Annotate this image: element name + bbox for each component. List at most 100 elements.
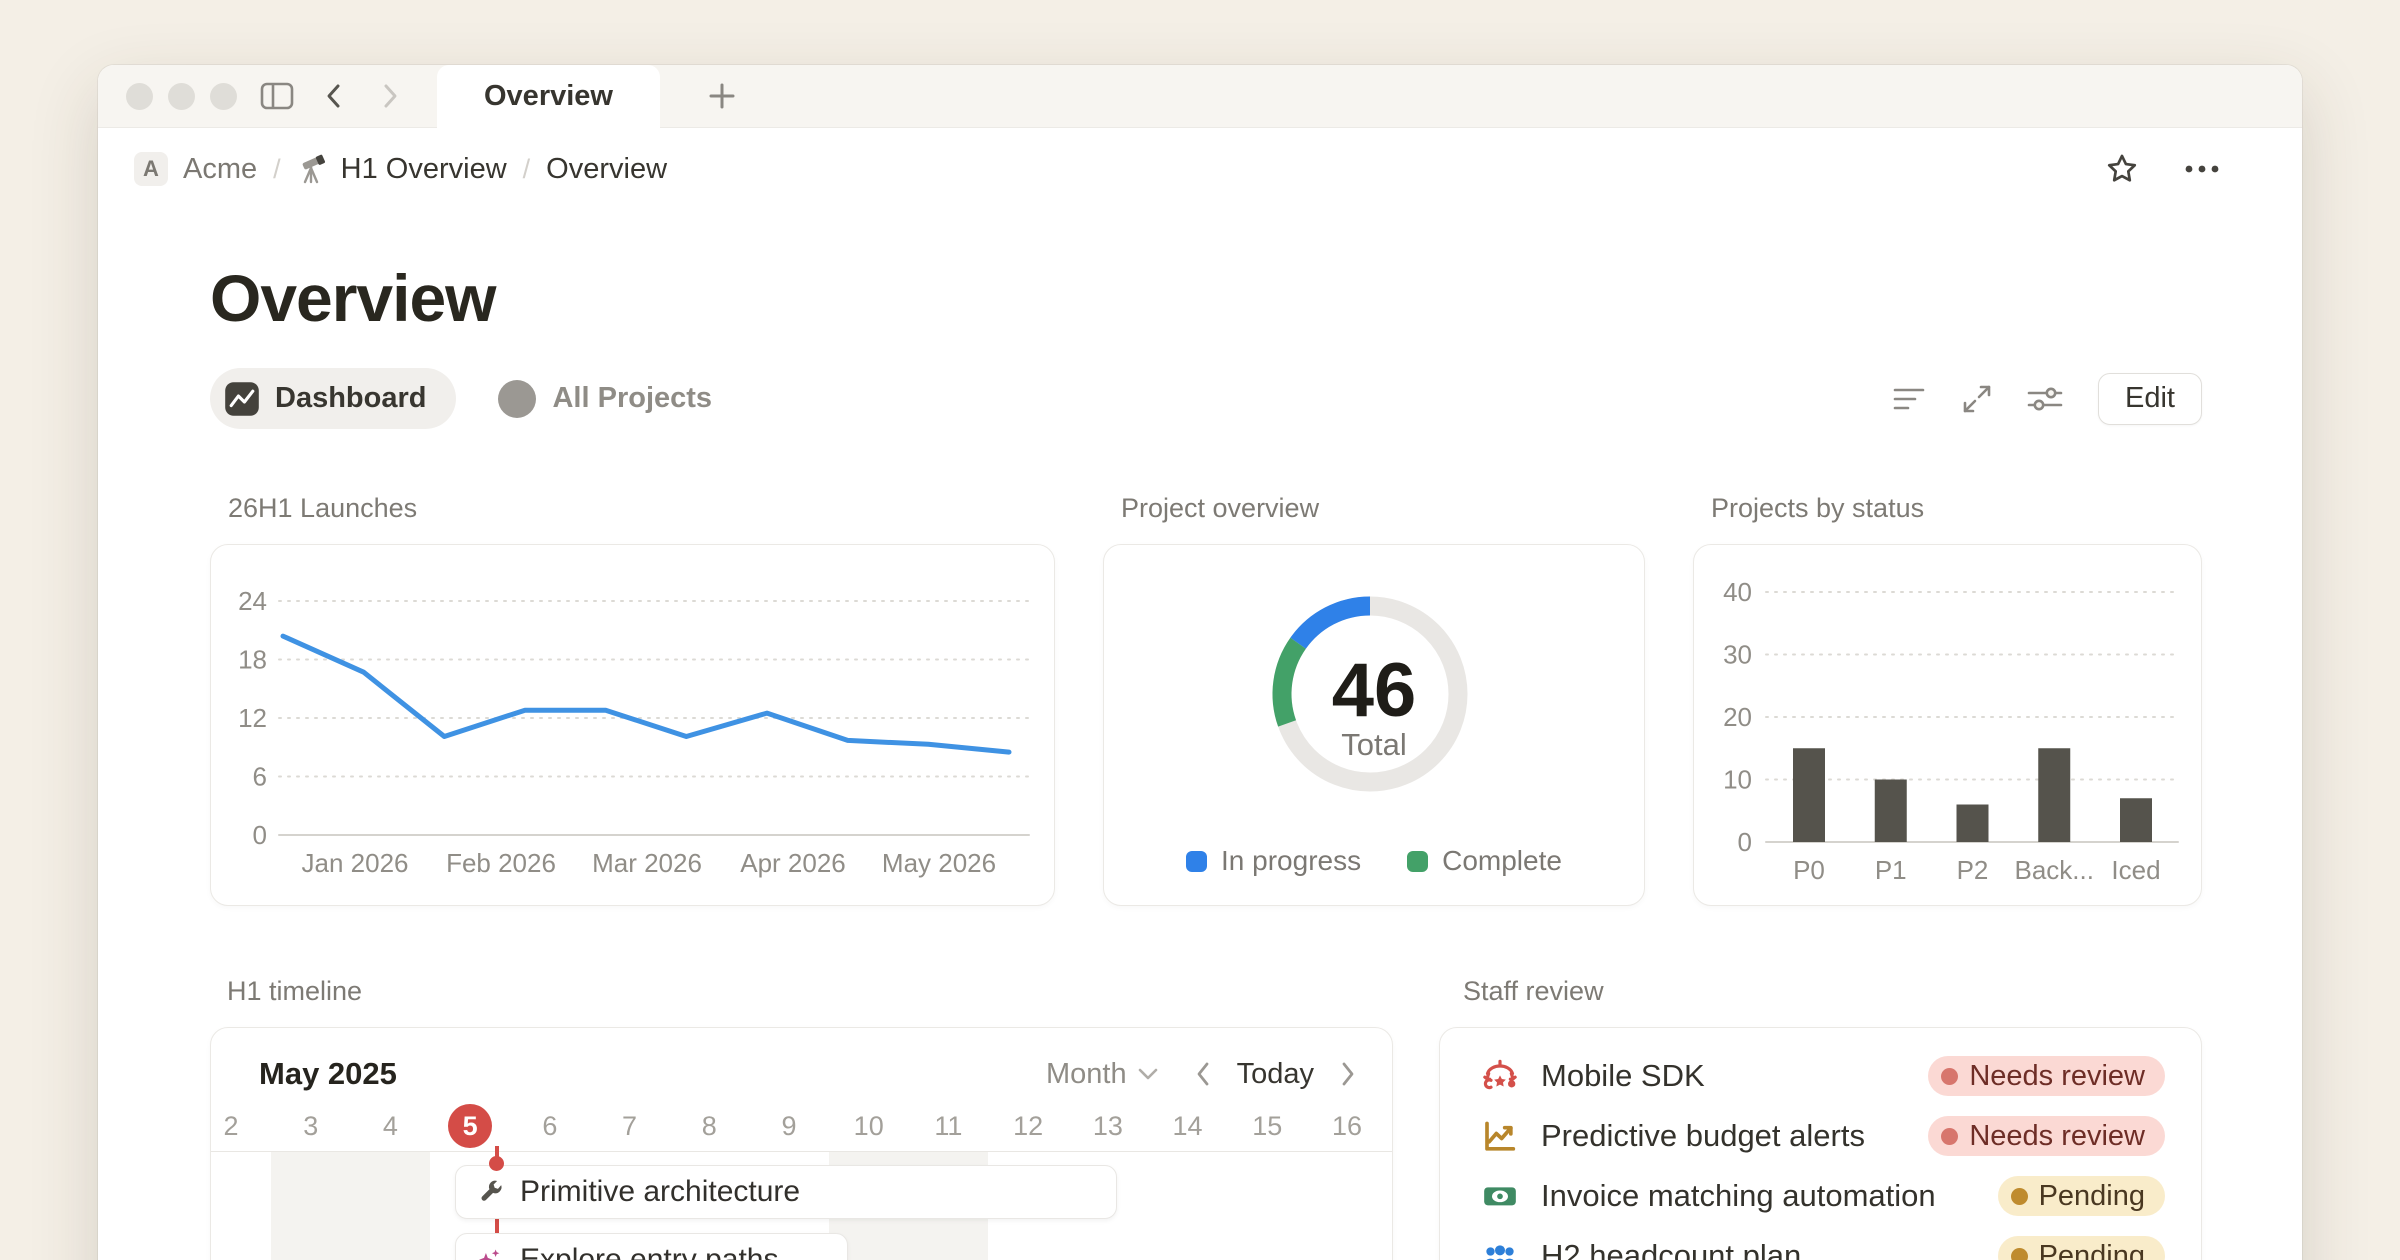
donut-total-value: 46 xyxy=(1104,647,1644,734)
legend-complete: Complete xyxy=(1407,845,1562,877)
workspace-initial: A xyxy=(143,156,159,182)
svg-text:May 2026: May 2026 xyxy=(882,848,996,878)
bar-chart: 010203040P0P1P2Back...Iced xyxy=(1694,545,2202,905)
today-marker-dot xyxy=(489,1156,504,1171)
timeline-day[interactable]: 15 xyxy=(1245,1104,1289,1148)
svg-text:0: 0 xyxy=(253,820,267,850)
status-dot xyxy=(1941,1128,1958,1145)
staff-review-section: Staff review xyxy=(1439,976,2202,1260)
svg-text:6: 6 xyxy=(253,762,267,792)
timeline-label: H1 timeline xyxy=(210,976,1393,1007)
status-text: Needs review xyxy=(1969,1060,2145,1093)
timeline-day[interactable]: 11 xyxy=(926,1104,970,1148)
carousel-icon xyxy=(1480,1056,1520,1096)
status-badge: Pending xyxy=(1998,1176,2165,1216)
svg-text:Iced: Iced xyxy=(2111,855,2160,885)
status-dot xyxy=(2011,1248,2028,1260)
today-button[interactable]: Today xyxy=(1237,1058,1314,1091)
timeline-day[interactable]: 2 xyxy=(210,1104,253,1148)
status-dot xyxy=(1941,1068,1958,1085)
edit-button[interactable]: Edit xyxy=(2098,373,2202,425)
workspace-avatar[interactable]: A xyxy=(134,152,168,186)
timeline-day[interactable]: 10 xyxy=(847,1104,891,1148)
svg-text:P0: P0 xyxy=(1793,855,1825,885)
staff-row-invoice-matching[interactable]: Invoice matching automation Pending xyxy=(1480,1166,2165,1226)
launches-line-chart-card[interactable]: 06121824Jan 2026Feb 2026Mar 2026Apr 2026… xyxy=(210,544,1055,906)
staff-row-predictive-budget-alerts[interactable]: Predictive budget alerts Needs review xyxy=(1480,1106,2165,1166)
prev-month-icon[interactable] xyxy=(1195,1061,1211,1087)
projects-by-status-label: Projects by status xyxy=(1693,493,2202,524)
breadcrumb: A Acme / H1 Overview / Overview xyxy=(98,128,2302,210)
new-tab-button[interactable] xyxy=(706,80,738,112)
filter-icon[interactable] xyxy=(1888,378,1930,420)
favorite-star-icon[interactable] xyxy=(2104,151,2140,187)
back-icon[interactable] xyxy=(321,81,347,111)
sidebar-toggle-icon[interactable] xyxy=(259,80,295,112)
timeline-day[interactable]: 12 xyxy=(1006,1104,1050,1148)
breadcrumb-parent[interactable]: H1 Overview xyxy=(341,153,507,186)
projects-by-status-bar-card[interactable]: 010203040P0P1P2Back...Iced xyxy=(1693,544,2202,906)
timeline-nav: Today xyxy=(1195,1058,1356,1091)
timeline-day[interactable]: 13 xyxy=(1086,1104,1130,1148)
svg-text:10: 10 xyxy=(1723,765,1752,795)
timeline-month-title: May 2025 xyxy=(259,1056,397,1092)
project-overview-donut-card[interactable]: 46 Total In progress Complete xyxy=(1103,544,1645,906)
tab-overview[interactable]: Overview xyxy=(437,65,660,129)
weekend-shading xyxy=(271,1152,430,1260)
status-text: Pending xyxy=(2039,1240,2145,1260)
timeline-day[interactable]: 9 xyxy=(767,1104,811,1148)
timeline-day[interactable]: 16 xyxy=(1325,1104,1369,1148)
svg-text:24: 24 xyxy=(238,586,267,616)
timeline-day[interactable]: 6 xyxy=(528,1104,572,1148)
svg-text:Back...: Back... xyxy=(2015,855,2094,885)
timeline-day[interactable]: 8 xyxy=(687,1104,731,1148)
legend-label: In progress xyxy=(1221,845,1361,877)
close-button[interactable] xyxy=(126,83,153,110)
timeline-event[interactable]: Primitive architecture xyxy=(455,1165,1117,1219)
svg-text:30: 30 xyxy=(1723,640,1752,670)
timeline-event[interactable]: Explore entry paths xyxy=(455,1233,848,1260)
svg-text:40: 40 xyxy=(1723,577,1752,607)
svg-text:18: 18 xyxy=(238,645,267,675)
forward-icon[interactable] xyxy=(377,81,403,111)
timeline-day[interactable]: 4 xyxy=(368,1104,412,1148)
tab-all-projects[interactable]: All Projects xyxy=(498,380,712,418)
page-content: Overview Dashboard All Projects xyxy=(98,260,2302,1260)
expand-icon[interactable] xyxy=(1956,378,1998,420)
staff-row-h2-headcount[interactable]: H2 headcount plan Pending xyxy=(1480,1226,2165,1260)
timeline-grid: Primitive architecture xyxy=(211,1152,1392,1260)
event-title: Explore entry paths xyxy=(520,1243,778,1260)
timeline-day[interactable]: 7 xyxy=(608,1104,652,1148)
staff-item-title: Invoice matching automation xyxy=(1541,1178,1936,1214)
status-badge: Needs review xyxy=(1928,1056,2165,1096)
timeline-day[interactable]: 14 xyxy=(1166,1104,1210,1148)
status-badge: Pending xyxy=(1998,1236,2165,1260)
breadcrumb-workspace[interactable]: Acme xyxy=(183,153,257,186)
timeline-card: May 2025 Month xyxy=(210,1027,1393,1260)
breadcrumb-current[interactable]: Overview xyxy=(546,153,667,186)
project-overview-section: Project overview 46 Total In progress xyxy=(1103,493,1645,906)
more-options-icon[interactable] xyxy=(2182,163,2222,175)
timeline-day-today[interactable]: 5 xyxy=(448,1104,492,1148)
launches-label: 26H1 Launches xyxy=(210,493,1055,524)
view-mode-label: Month xyxy=(1046,1058,1127,1091)
next-month-icon[interactable] xyxy=(1340,1061,1356,1087)
settings-sliders-icon[interactable] xyxy=(2024,378,2066,420)
svg-text:Feb 2026: Feb 2026 xyxy=(446,848,556,878)
timeline-day[interactable]: 3 xyxy=(289,1104,333,1148)
donut-total-label: Total xyxy=(1104,727,1644,763)
minimize-button[interactable] xyxy=(168,83,195,110)
staff-review-card: Mobile SDK Needs review xyxy=(1439,1027,2202,1260)
staff-row-mobile-sdk[interactable]: Mobile SDK Needs review xyxy=(1480,1046,2165,1106)
zoom-button[interactable] xyxy=(210,83,237,110)
svg-text:Apr 2026: Apr 2026 xyxy=(740,848,846,878)
tab-title: Overview xyxy=(484,80,613,113)
svg-text:Mar 2026: Mar 2026 xyxy=(592,848,702,878)
view-mode-dropdown[interactable]: Month xyxy=(1046,1058,1159,1091)
tab-dashboard[interactable]: Dashboard xyxy=(210,368,456,429)
app-window: Overview A Acme / xyxy=(98,65,2302,1260)
window-titlebar: Overview xyxy=(98,65,2302,128)
timeline-section: H1 timeline May 2025 Month xyxy=(210,976,1393,1260)
staff-item-title: Predictive budget alerts xyxy=(1541,1118,1865,1154)
legend-swatch-blue xyxy=(1186,851,1207,872)
